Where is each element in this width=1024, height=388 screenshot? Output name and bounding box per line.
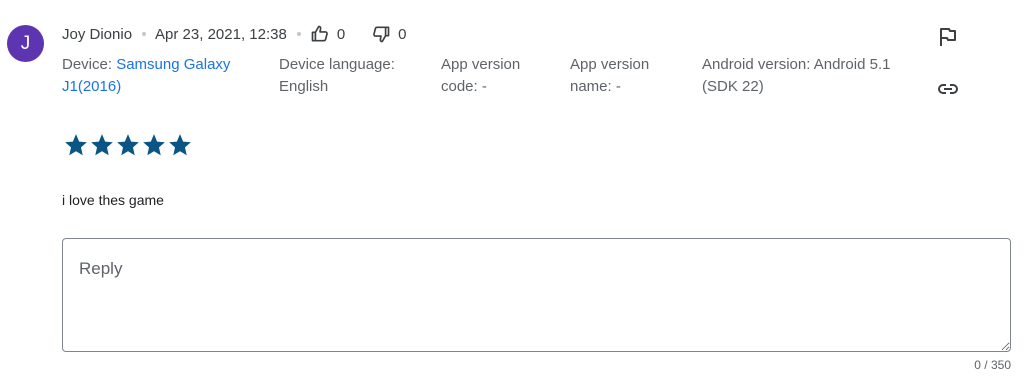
- thumbs-down-icon: [373, 26, 390, 43]
- thumbs-up-button[interactable]: 0: [310, 24, 345, 44]
- separator-dot: [142, 32, 147, 36]
- device-language-label: Device language:: [279, 56, 395, 73]
- review-header: Joy Dionio Apr 23, 2021, 12:38 0 0: [62, 23, 407, 45]
- reply-char-counter: 0 / 350: [974, 358, 1011, 372]
- thumbs-down-count: 0: [398, 25, 407, 43]
- device-info: Device: Samsung Galaxy J1(2016): [62, 54, 252, 98]
- link-icon: [938, 84, 958, 94]
- avatar: J: [7, 25, 44, 62]
- reply-input[interactable]: [62, 238, 1011, 352]
- thumbs-down-button[interactable]: 0: [371, 24, 407, 44]
- star-icon: [117, 134, 139, 156]
- app-version-code: App version code: -: [441, 56, 521, 95]
- star-icon: [65, 134, 87, 156]
- device-label: Device:: [62, 56, 113, 73]
- copy-link-button[interactable]: [935, 76, 961, 102]
- star-icon: [143, 134, 165, 156]
- report-button[interactable]: [935, 24, 961, 50]
- flag-icon: [940, 28, 956, 46]
- author-name: Joy Dionio: [62, 25, 133, 43]
- review-text: i love thes game: [62, 192, 164, 208]
- app-version-name: App version name: -: [570, 56, 650, 95]
- device-language-value: English: [279, 78, 329, 95]
- device-language-info: Device language: English: [279, 54, 429, 98]
- thumbs-up-icon: [311, 25, 328, 42]
- separator-dot: [296, 32, 301, 36]
- star-icon: [169, 134, 191, 156]
- star-icon: [91, 134, 113, 156]
- thumbs-up-count: 0: [336, 25, 346, 43]
- star-rating: [63, 132, 193, 158]
- android-version: Android version: Android 5.1 (SDK 22): [702, 56, 891, 95]
- review-date: Apr 23, 2021, 12:38: [155, 25, 287, 43]
